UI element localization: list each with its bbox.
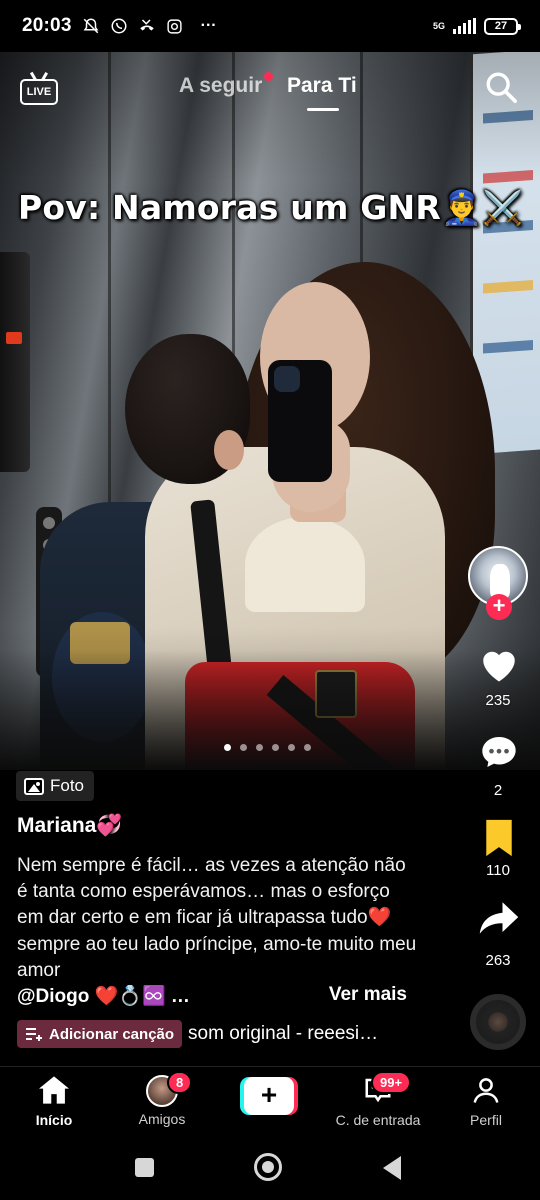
- back-icon[interactable]: [383, 1156, 401, 1180]
- carousel-dot: [272, 744, 279, 751]
- status-bar: 20:03 ··· 5G 27: [0, 0, 540, 52]
- post-description[interactable]: Nem sempre é fácil… as vezes a atenção n…: [17, 853, 417, 984]
- photo-caption-overlay: Pov: Namoras um GNR👮‍♂️⚔️: [18, 188, 524, 227]
- photo-bottom-shade: [0, 650, 540, 770]
- tab-home-label: Início: [35, 1112, 73, 1128]
- tab-friends-label: Amigos: [138, 1111, 186, 1127]
- heart-icon[interactable]: [478, 644, 520, 684]
- creator-username[interactable]: Mariana💞: [17, 814, 123, 838]
- signal-icon: [453, 18, 476, 34]
- bottom-tab-bar: Início Amigos 8 + C. de entrada 99+ Perf…: [0, 1066, 540, 1132]
- carousel-dot: [256, 744, 263, 751]
- status-notification-icons: ···: [82, 17, 217, 35]
- tab-for-you[interactable]: Para Ti: [287, 74, 357, 98]
- mention-link[interactable]: @Diogo ❤️💍♾️ …: [17, 984, 190, 1008]
- playlist-add-icon: [26, 1028, 42, 1041]
- create-button[interactable]: +: [240, 1077, 298, 1115]
- home-circle-icon[interactable]: [254, 1153, 282, 1181]
- tab-following[interactable]: A seguir: [179, 74, 262, 98]
- friends-badge: 8: [167, 1071, 193, 1094]
- carousel-dot: [224, 744, 231, 751]
- inbox-badge: 99+: [371, 1071, 412, 1094]
- instagram-icon: [167, 18, 182, 34]
- elevator-display: [0, 252, 30, 472]
- carousel-dot: [304, 744, 311, 751]
- whatsapp-icon: [111, 18, 127, 34]
- new-content-dot: [264, 72, 273, 81]
- active-tab-indicator: [307, 108, 339, 111]
- missed-call-icon: [139, 19, 154, 31]
- mention-row: @Diogo ❤️💍♾️ … Ver mais: [17, 984, 407, 1008]
- more-notifications-icon: ···: [200, 17, 217, 34]
- person-boy-ear: [214, 430, 244, 470]
- carousel-dot: [288, 744, 295, 751]
- home-icon: [39, 1076, 69, 1104]
- search-icon[interactable]: [484, 70, 518, 104]
- see-more-link[interactable]: Ver mais: [329, 984, 407, 1008]
- battery-level: 27: [494, 20, 508, 32]
- add-song-label: Adicionar canção: [49, 1025, 175, 1043]
- top-navigation: LIVE A seguir Para Ti: [0, 62, 540, 118]
- sound-row: Adicionar canção som original - reeesi…: [17, 1020, 378, 1048]
- post-photo[interactable]: [0, 52, 540, 770]
- system-navigation-bar: [0, 1132, 540, 1200]
- live-icon: LIVE: [20, 79, 58, 105]
- live-button[interactable]: LIVE: [20, 71, 58, 106]
- like-count: 235: [485, 692, 511, 709]
- photo-mode-badge: Foto: [16, 771, 95, 801]
- status-time: 20:03: [22, 15, 72, 36]
- tab-profile-label: Perfil: [470, 1112, 502, 1128]
- plus-icon: +: [244, 1077, 294, 1115]
- sound-title[interactable]: som original - reeesi…: [188, 1023, 378, 1045]
- comment-icon[interactable]: [478, 732, 520, 772]
- profile-icon: [473, 1078, 499, 1103]
- add-song-button[interactable]: Adicionar canção: [17, 1020, 183, 1048]
- save-count: 110: [486, 862, 510, 879]
- smartphone: [268, 360, 332, 482]
- share-count: 263: [485, 952, 511, 969]
- tab-profile[interactable]: Perfil: [462, 1075, 510, 1128]
- carousel-dot: [240, 744, 247, 751]
- tab-home[interactable]: Início: [30, 1075, 78, 1128]
- share-icon[interactable]: [478, 898, 520, 938]
- person-girl-top: [245, 517, 365, 612]
- bookmark-icon[interactable]: [481, 818, 517, 858]
- recents-icon[interactable]: [135, 1158, 154, 1177]
- battery-icon: 27: [484, 17, 521, 35]
- network-type: 5G: [432, 20, 445, 31]
- photo-badge-label: Foto: [50, 776, 85, 795]
- photo-icon: [24, 777, 44, 795]
- follow-button[interactable]: +: [486, 594, 512, 620]
- tab-inbox-label: C. de entrada: [335, 1112, 421, 1128]
- bell-off-icon: [83, 18, 99, 34]
- carousel-indicator: [224, 744, 311, 751]
- live-label: LIVE: [26, 86, 52, 98]
- comment-count: 2: [493, 782, 503, 799]
- sound-disc[interactable]: [470, 994, 526, 1050]
